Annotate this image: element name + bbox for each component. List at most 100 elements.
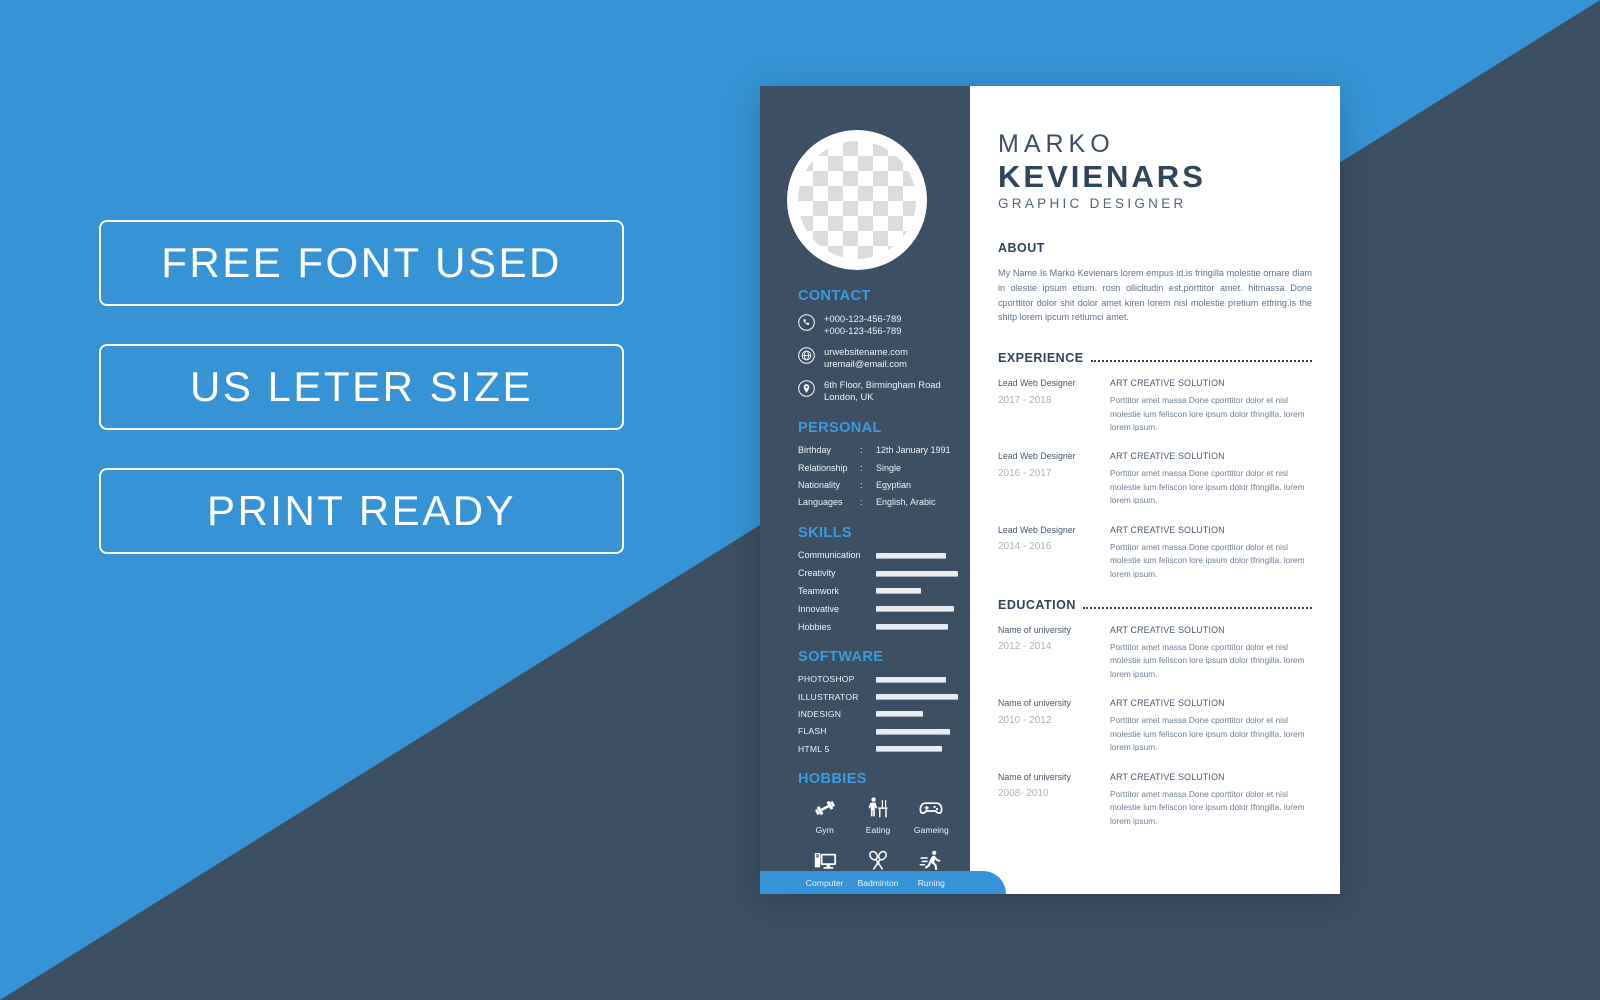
contact-email: uremail@email.com	[824, 358, 907, 370]
entry-role: Lead Web Designer	[998, 378, 1076, 389]
hobby-running: Runing	[905, 849, 958, 888]
contact-row-web: urwebsitename.com uremail@email.com	[798, 346, 958, 371]
software-bar-fill	[876, 711, 923, 718]
phone-icon	[798, 314, 815, 331]
entry-desc: Porttitor amet massa Done cporttitor dol…	[1110, 468, 1305, 506]
education-entry: Name of university 2012 - 2014 ART CREAT…	[998, 625, 1312, 681]
hobbies-grid: Gym Eating Gameing Computer Badminton Ru…	[798, 796, 958, 888]
experience-entry: Lead Web Designer 2014 - 2016 ART CREATI…	[998, 525, 1312, 581]
software-row: ILLUSTRATOR	[798, 692, 958, 702]
personal-key: Languages	[798, 497, 843, 508]
contact-address-values: 6th Floor, Birmingham Road London, UK	[824, 379, 941, 404]
first-name: MARKO	[998, 130, 1115, 158]
entry-date: 2012 - 2014	[998, 641, 1052, 653]
skill-bar-fill	[876, 606, 954, 613]
skill-row: Teamwork	[798, 586, 958, 597]
contact-row-address: 6th Floor, Birmingham Road London, UK	[798, 379, 958, 404]
software-label: ILLUSTRATOR	[798, 691, 859, 702]
software-row: FLASH	[798, 726, 958, 736]
entry-date: 2008- 2010	[998, 788, 1049, 800]
software-bar-fill	[876, 745, 942, 752]
entry-org: ART CREATIVE SOLUTION	[1110, 625, 1225, 636]
software-row: HTML 5	[798, 744, 958, 754]
software-label: HTML 5	[798, 743, 830, 754]
skill-bar-fill	[876, 552, 946, 559]
eating-icon	[866, 796, 890, 820]
contact-heading: CONTACT	[798, 288, 871, 304]
software-bar-track	[876, 711, 958, 718]
skill-bar-track	[876, 570, 958, 577]
education-heading: EDUCATION	[998, 598, 1076, 613]
software-bar-fill	[876, 693, 958, 700]
personal-key: Nationality	[798, 479, 841, 490]
personal-separator: :	[860, 462, 863, 473]
entry-role: Name of university	[998, 698, 1071, 709]
skill-bar-track	[876, 606, 958, 613]
entry-role: Name of university	[998, 771, 1071, 782]
hobbies-section: HOBBIES Gym Eating Gameing Computer Badm…	[798, 771, 958, 888]
experience-heading: EXPERIENCE	[998, 351, 1084, 366]
entry-role: Lead Web Designer	[998, 451, 1076, 462]
software-row: INDESIGN	[798, 709, 958, 719]
personal-separator: :	[860, 445, 863, 456]
skill-bar-track	[876, 552, 958, 559]
about-heading: ABOUT	[998, 241, 1045, 256]
running-icon	[919, 849, 943, 873]
skills-section: SKILLS Communication Creativity Teamwork	[798, 525, 958, 632]
skill-row: Communication	[798, 550, 958, 561]
entry-right: ART CREATIVE SOLUTION Porttitor amet mas…	[1110, 525, 1312, 581]
skill-row: Creativity	[798, 568, 958, 579]
personal-separator: :	[860, 497, 863, 508]
hobbies-heading: HOBBIES	[798, 770, 867, 787]
entry-left: Lead Web Designer 2017 - 2018	[998, 378, 1110, 434]
dumbbell-icon	[813, 796, 837, 820]
personal-row-languages: Languages : English, Arabic	[798, 497, 958, 508]
software-bar-track	[876, 676, 958, 683]
entry-left: Name of university 2010 - 2012	[998, 698, 1110, 754]
entry-org: ART CREATIVE SOLUTION	[1110, 524, 1225, 535]
skill-bar-track	[876, 624, 958, 631]
hobby-label: Computer	[805, 877, 844, 888]
software-label: FLASH	[798, 726, 827, 737]
entry-right: ART CREATIVE SOLUTION Porttitor amet mas…	[1110, 625, 1312, 681]
personal-separator: :	[860, 479, 863, 490]
software-label: INDESIGN	[798, 709, 842, 720]
entry-right: ART CREATIVE SOLUTION Porttitor amet mas…	[1110, 451, 1312, 507]
hobby-label: Gym	[815, 824, 834, 835]
contact-web-values: urwebsitename.com uremail@email.com	[824, 346, 908, 371]
software-bar-track	[876, 693, 958, 700]
location-pin-icon	[798, 379, 815, 397]
education-entry: Name of university 2008- 2010 ART CREATI…	[998, 772, 1312, 828]
skill-row: Hobbies	[798, 622, 958, 633]
personal-value: Single	[876, 462, 902, 473]
hobby-computer: Computer	[798, 849, 851, 888]
skill-bar-track	[876, 588, 958, 595]
personal-value: Egyptian	[876, 479, 912, 490]
contact-address-line1: 6th Floor, Birmingham Road	[824, 378, 941, 390]
entry-date: 2010 - 2012	[998, 714, 1052, 726]
experience-heading-row: EXPERIENCE	[998, 351, 1312, 365]
sidebar-content: CONTACT +000-123-456-789 +000-123-456-78…	[760, 86, 970, 905]
promo-badge-letter-size: US LETER SIZE	[99, 344, 624, 430]
hobby-eating: Eating	[851, 796, 904, 835]
software-heading: SOFTWARE	[798, 649, 884, 666]
entry-desc: Porttitor amet massa Done cporttitor dol…	[1110, 788, 1305, 826]
education-section: EDUCATION Name of university 2012 - 2014…	[998, 598, 1312, 828]
skill-label: Communication	[798, 550, 861, 561]
job-title: GRAPHIC DESIGNER	[998, 196, 1187, 212]
hobby-label: Gameing	[913, 824, 949, 835]
software-label: PHOTOSHOP	[798, 674, 855, 685]
globe-icon	[798, 347, 815, 364]
entry-right: ART CREATIVE SOLUTION Porttitor amet mas…	[1110, 772, 1312, 828]
hobby-gym: Gym	[798, 796, 851, 835]
software-bar-fill	[876, 676, 946, 683]
contact-phone-values: +000-123-456-789 +000-123-456-789	[824, 313, 901, 338]
hobby-badminton: Badminton	[851, 849, 904, 888]
contact-phone-line1: +000-123-456-789	[824, 313, 902, 324]
experience-entry: Lead Web Designer 2016 - 2017 ART CREATI…	[998, 451, 1312, 507]
resume-document: CONTACT +000-123-456-789 +000-123-456-78…	[760, 86, 1340, 894]
contact-address-line2: London, UK	[824, 391, 874, 403]
entry-role: Lead Web Designer	[998, 524, 1076, 535]
dotted-rule	[1090, 360, 1312, 363]
entry-right: ART CREATIVE SOLUTION Porttitor amet mas…	[1110, 378, 1312, 434]
